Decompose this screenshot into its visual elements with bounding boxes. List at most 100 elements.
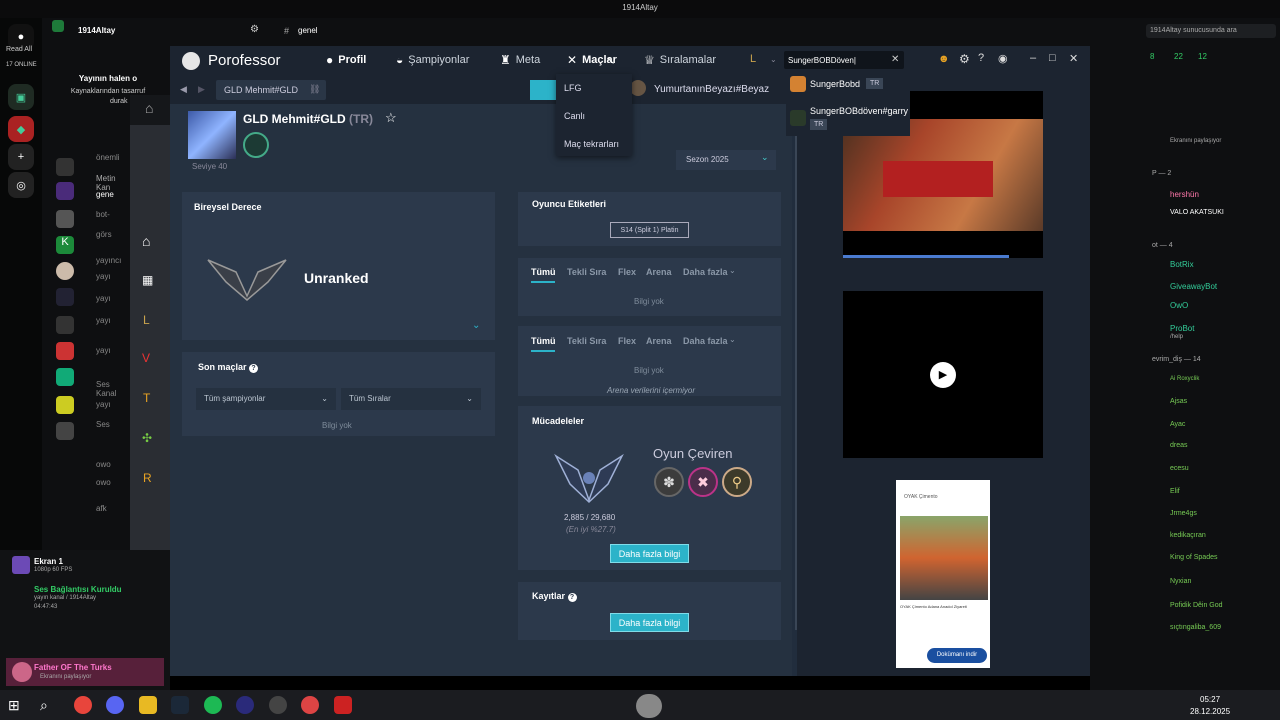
- member-name[interactable]: Elif: [1170, 488, 1180, 495]
- tab-flex[interactable]: Flex: [618, 267, 636, 277]
- server-icon[interactable]: ◆: [8, 116, 34, 142]
- tab-more[interactable]: Daha fazla: [683, 336, 728, 346]
- member-name[interactable]: Jrme4gs: [1170, 510, 1197, 517]
- back-icon[interactable]: ◀: [180, 84, 187, 95]
- suggestion-name[interactable]: SungerBobd: [810, 79, 860, 89]
- member-name[interactable]: dreas: [1170, 442, 1188, 449]
- tab-button[interactable]: [530, 80, 558, 100]
- member-name[interactable]: hershün: [1170, 190, 1199, 199]
- tft-icon[interactable]: T: [143, 391, 150, 405]
- member-name[interactable]: GiveawayBot: [1170, 282, 1217, 291]
- tab-arena[interactable]: Arena: [646, 336, 672, 346]
- lol-icon[interactable]: L: [143, 313, 150, 327]
- download-doc-button[interactable]: Dokümanı indir: [927, 648, 987, 663]
- folder-icon[interactable]: [139, 696, 157, 714]
- nav-profil[interactable]: ● Profil: [326, 53, 366, 67]
- channel-item[interactable]: Ses Kanal: [96, 380, 130, 398]
- forward-icon[interactable]: ▶: [198, 84, 205, 95]
- records-more-button[interactable]: Daha fazla bilgi: [610, 613, 689, 632]
- member-name[interactable]: King of Spades: [1170, 554, 1217, 561]
- add-server-icon[interactable]: +: [8, 144, 34, 170]
- favorite-star-icon[interactable]: ☆: [385, 110, 397, 126]
- summoner-search-input[interactable]: [784, 51, 904, 69]
- premium-icon[interactable]: ☻: [938, 53, 950, 65]
- app-logo[interactable]: Porofessor: [208, 52, 281, 69]
- channel-item[interactable]: Ses: [96, 420, 110, 429]
- member-name[interactable]: Nyxian: [1170, 578, 1191, 585]
- champion-filter[interactable]: Tüm şampiyonlar ⌄: [196, 388, 336, 410]
- channel-item[interactable]: yayı: [96, 294, 111, 303]
- server-name[interactable]: 1914Altay: [78, 26, 115, 35]
- member-name[interactable]: VALO AKATSUKI: [1170, 209, 1224, 216]
- obs-icon[interactable]: [269, 696, 287, 714]
- video-ad[interactable]: ▶: [843, 291, 1043, 458]
- tab-solo[interactable]: Tekli Sıra: [567, 267, 606, 277]
- tab-all[interactable]: Tümü: [531, 336, 556, 346]
- channel-item[interactable]: yayıncı: [96, 256, 121, 265]
- member-name[interactable]: ecesu: [1170, 465, 1189, 472]
- link-icon[interactable]: ⛓: [309, 84, 320, 95]
- valorant-icon[interactable]: V: [142, 351, 150, 365]
- member-name[interactable]: Pofidik Dêin God: [1170, 602, 1223, 609]
- explore-icon[interactable]: ◎: [8, 172, 34, 198]
- tab-solo[interactable]: Tekli Sıra: [567, 336, 606, 346]
- discord-icon[interactable]: ◉: [998, 52, 1008, 65]
- other-player-name[interactable]: YumurtanınBeyazı#Beyaz: [654, 84, 769, 95]
- channel-item[interactable]: görs: [96, 230, 112, 239]
- steam-icon[interactable]: [171, 696, 189, 714]
- channel-item[interactable]: gene: [96, 190, 114, 199]
- channel-item[interactable]: yayı: [96, 346, 111, 355]
- game-switch-icon[interactable]: L: [750, 53, 756, 65]
- play-icon[interactable]: ▶: [930, 362, 956, 388]
- member-name[interactable]: kedikaçıran: [1170, 532, 1206, 539]
- member-name[interactable]: Ajsas: [1170, 398, 1187, 405]
- channel-item[interactable]: afk: [96, 504, 107, 513]
- tab-arena[interactable]: Arena: [646, 267, 672, 277]
- nav-sampiyonlar[interactable]: ◒ Şampiyonlar: [396, 53, 469, 67]
- gear-icon[interactable]: ⚙: [959, 52, 970, 66]
- member-name[interactable]: ProBot: [1170, 324, 1194, 333]
- help-icon[interactable]: ?: [978, 52, 984, 64]
- more-info-button[interactable]: Daha fazla bilgi: [610, 544, 689, 563]
- nav-siralamalar[interactable]: ♕ Sıralamalar: [644, 53, 716, 67]
- spotify-icon[interactable]: [204, 696, 222, 714]
- member-name[interactable]: BotRix: [1170, 260, 1194, 269]
- member-name[interactable]: OwO: [1170, 301, 1188, 310]
- threads-icon[interactable]: ⚙: [250, 24, 259, 35]
- menu-item-replays[interactable]: Maç tekrarları: [564, 139, 619, 149]
- menu-item-live[interactable]: Canlı: [564, 111, 585, 121]
- server-search-input[interactable]: 1914Altay sunucusunda ara: [1146, 24, 1276, 38]
- tag-chip[interactable]: S14 (Split 1) Platin: [610, 222, 689, 238]
- maximize-icon[interactable]: □: [1049, 52, 1056, 64]
- windows-start-icon[interactable]: ⊞: [8, 697, 20, 714]
- channel-item[interactable]: yayı: [96, 272, 111, 281]
- runeterra-icon[interactable]: R: [143, 471, 152, 485]
- discord-icon[interactable]: [106, 696, 124, 714]
- nav-meta[interactable]: ♜ Meta: [500, 53, 540, 67]
- library-icon[interactable]: ▦: [142, 273, 153, 287]
- channel-item[interactable]: owo: [96, 478, 111, 487]
- porofessor-icon[interactable]: [301, 696, 319, 714]
- minimize-icon[interactable]: –: [1030, 52, 1036, 64]
- chrome-icon[interactable]: [74, 696, 92, 714]
- close-icon[interactable]: ✕: [1069, 52, 1078, 65]
- channel-item[interactable]: önemli: [96, 153, 120, 162]
- channel-item[interactable]: owo: [96, 460, 111, 469]
- store-icon[interactable]: ⌂: [145, 100, 153, 116]
- app-icon[interactable]: [236, 696, 254, 714]
- clear-search-icon[interactable]: ✕: [891, 54, 899, 65]
- user-name[interactable]: Father OF The Turks: [34, 663, 112, 672]
- banner-ad[interactable]: OYAK Çimento OYAK Çimento Adana Anadol Z…: [896, 480, 990, 668]
- tab-more[interactable]: Daha fazla: [683, 267, 728, 277]
- member-name[interactable]: Ayac: [1170, 421, 1185, 428]
- channel-item[interactable]: bot-: [96, 210, 110, 219]
- member-name[interactable]: Ai Roxyclik: [1170, 376, 1199, 382]
- riot-icon[interactable]: [334, 696, 352, 714]
- home-icon[interactable]: ⌂: [142, 233, 150, 249]
- 2xko-icon[interactable]: ✣: [142, 431, 152, 445]
- suggestion-name[interactable]: SungerBOBdöven#garry: [810, 106, 908, 116]
- search-icon[interactable]: ⌕: [40, 697, 48, 714]
- read-all-label[interactable]: Read All: [6, 46, 32, 53]
- channel-item[interactable]: yayı: [96, 400, 111, 409]
- menu-item-lfg[interactable]: LFG: [564, 83, 582, 93]
